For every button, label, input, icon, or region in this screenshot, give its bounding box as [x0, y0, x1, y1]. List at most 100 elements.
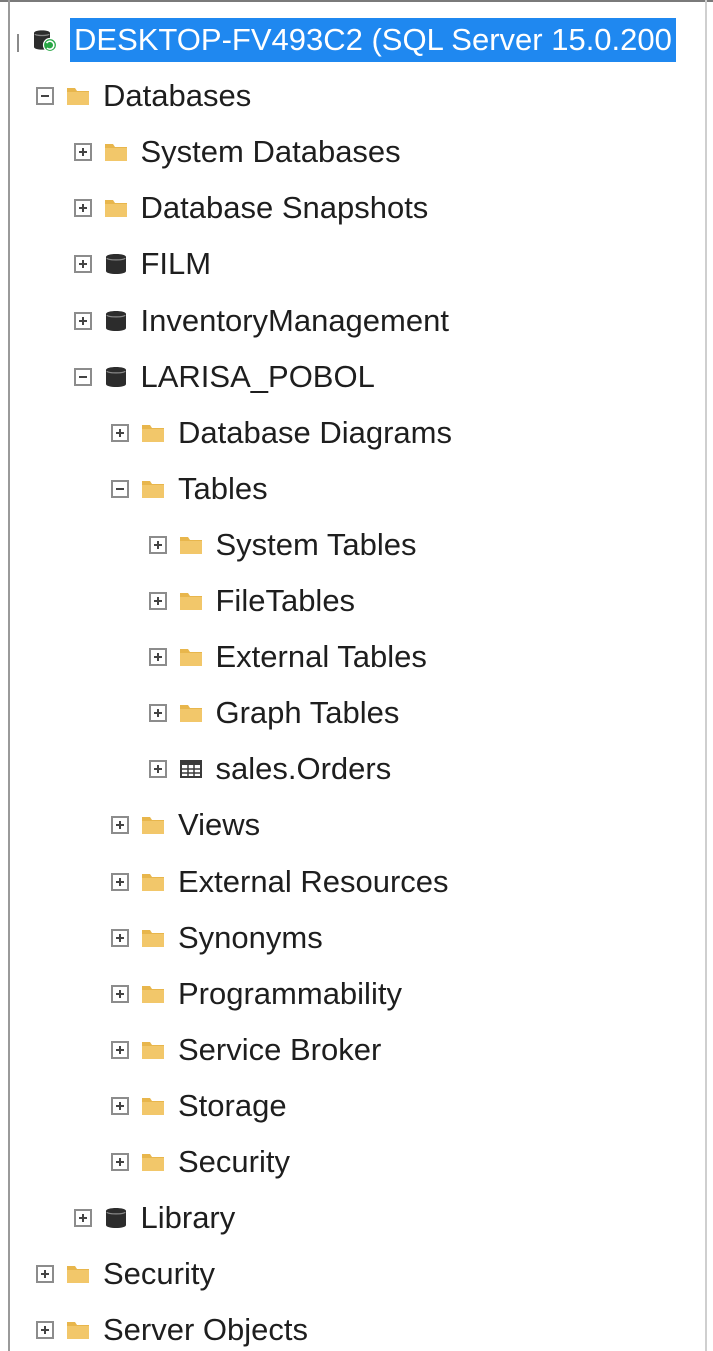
expand-icon[interactable]: [73, 143, 92, 162]
tree-node-external-tables[interactable]: External Tables: [148, 633, 427, 681]
folder-icon: [104, 140, 128, 164]
collapse-icon[interactable]: [111, 479, 129, 498]
tree-node-label: External Resources: [178, 863, 449, 899]
table-icon: [179, 757, 203, 781]
expand-icon[interactable]: [111, 816, 129, 835]
expand-icon[interactable]: [111, 928, 129, 947]
expand-icon[interactable]: [111, 1040, 129, 1059]
folder-icon: [179, 645, 203, 669]
tree-node-programmability[interactable]: Programmability: [111, 970, 402, 1018]
tree-node-db-inventory[interactable]: InventoryManagement: [73, 297, 449, 345]
server-icon: [33, 28, 57, 52]
folder-icon: [141, 1150, 165, 1174]
tree-node-graph-tables[interactable]: Graph Tables: [148, 689, 400, 737]
folder-icon: [141, 477, 165, 501]
tree-node-label: Database Snapshots: [140, 190, 429, 226]
tree-node-label: Programmability: [178, 975, 402, 1011]
expand-icon[interactable]: [148, 760, 167, 779]
database-icon: [104, 1206, 128, 1230]
expand-icon[interactable]: [111, 984, 129, 1003]
tree-node-label: System Tables: [215, 526, 417, 562]
expand-icon[interactable]: [36, 1265, 54, 1284]
folder-icon: [179, 701, 203, 725]
expand-icon[interactable]: [111, 1096, 129, 1115]
folder-icon: [179, 589, 203, 613]
expand-icon[interactable]: [36, 1321, 54, 1340]
tree-node-label: sales.Orders: [215, 751, 392, 787]
folder-icon: [66, 1318, 90, 1342]
tree-node-label: Tables: [178, 470, 268, 506]
tree-node-system-databases[interactable]: System Databases: [73, 128, 401, 176]
expand-icon[interactable]: [73, 255, 92, 274]
expand-icon[interactable]: [73, 311, 92, 330]
folder-icon: [141, 1094, 165, 1118]
expand-icon[interactable]: [148, 535, 167, 554]
tree-node-database-snapshots[interactable]: Database Snapshots: [73, 184, 429, 232]
tree-node-server-objects[interactable]: Server Objects: [36, 1306, 308, 1351]
folder-icon: [141, 926, 165, 950]
expand-icon[interactable]: [111, 1153, 129, 1171]
object-explorer-panel: DESKTOP-FV493C2 (SQL Server 15.0.200 Data…: [0, 0, 713, 1351]
collapse-icon[interactable]: [73, 367, 92, 386]
tree-node-server-security[interactable]: Security: [36, 1250, 215, 1298]
tree-node-label: Security: [103, 1256, 215, 1292]
expand-icon[interactable]: [111, 872, 129, 891]
folder-icon: [104, 196, 128, 220]
tree-node-db-larisa[interactable]: LARISA_POBOL: [73, 353, 375, 401]
folder-icon: [179, 533, 203, 557]
tree-node-views[interactable]: Views: [111, 801, 260, 849]
tree-node-external-resources[interactable]: External Resources: [111, 858, 449, 906]
tree-node-server-root[interactable]: DESKTOP-FV493C2 (SQL Server 15.0.200: [33, 16, 676, 64]
folder-icon: [141, 870, 165, 894]
tree-node-label: Service Broker: [178, 1031, 382, 1067]
tree-node-label: DESKTOP-FV493C2 (SQL Server 15.0.200: [70, 18, 676, 62]
tree-node-db-security[interactable]: Security: [111, 1138, 290, 1186]
expand-icon[interactable]: [73, 199, 92, 218]
folder-icon: [141, 1038, 165, 1062]
tree-node-label: LARISA_POBOL: [140, 358, 375, 394]
folder-icon: [66, 84, 90, 108]
expand-icon[interactable]: [148, 704, 167, 723]
tree-node-label: Synonyms: [178, 919, 323, 955]
collapse-icon[interactable]: [36, 87, 54, 106]
tree-node-db-library[interactable]: Library: [73, 1194, 236, 1242]
tree-node-database-diagrams[interactable]: Database Diagrams: [111, 409, 452, 457]
tree-node-label: FileTables: [215, 583, 356, 618]
panel-left-border: [8, 0, 10, 1351]
tree-node-label: Library: [140, 1200, 236, 1236]
folder-icon: [66, 1262, 90, 1286]
tree-node-service-broker[interactable]: Service Broker: [111, 1026, 381, 1074]
expand-icon[interactable]: [73, 1209, 92, 1228]
tree-node-label: Databases: [103, 78, 252, 114]
tree-node-db-film[interactable]: FILM: [73, 240, 212, 288]
expand-icon[interactable]: [148, 648, 167, 667]
root-expander-stub[interactable]: [13, 34, 19, 52]
tree-node-label: System Databases: [140, 134, 401, 170]
database-icon: [104, 252, 128, 276]
tree-node-label: FILM: [140, 246, 212, 282]
tree-node-system-tables[interactable]: System Tables: [148, 521, 417, 569]
expand-icon[interactable]: [111, 423, 129, 442]
tree-node-label: InventoryManagement: [140, 302, 449, 338]
tree-node-label: Graph Tables: [215, 695, 400, 731]
tree-node-storage[interactable]: Storage: [111, 1082, 287, 1130]
tree-node-sales-orders[interactable]: sales.Orders: [148, 745, 392, 793]
folder-icon: [141, 813, 165, 837]
expand-icon[interactable]: [148, 592, 167, 610]
tree-node-synonyms[interactable]: Synonyms: [111, 914, 323, 962]
tree-node-label: Storage: [178, 1087, 287, 1123]
tree-node-label: Security: [178, 1144, 290, 1179]
panel-right-border: [705, 0, 707, 1351]
tree-node-label: Server Objects: [103, 1312, 309, 1348]
folder-icon: [141, 421, 165, 445]
database-icon: [104, 365, 128, 389]
tree-node-file-tables[interactable]: FileTables: [148, 577, 356, 625]
tree-node-label: Database Diagrams: [178, 414, 452, 450]
folder-icon: [141, 982, 165, 1006]
panel-top-border: [0, 0, 713, 2]
tree-node-label: External Tables: [215, 639, 427, 675]
database-icon: [104, 309, 128, 333]
tree-node-databases[interactable]: Databases: [36, 72, 251, 120]
tree-node-label: Views: [178, 807, 261, 843]
tree-node-tables[interactable]: Tables: [111, 465, 268, 513]
